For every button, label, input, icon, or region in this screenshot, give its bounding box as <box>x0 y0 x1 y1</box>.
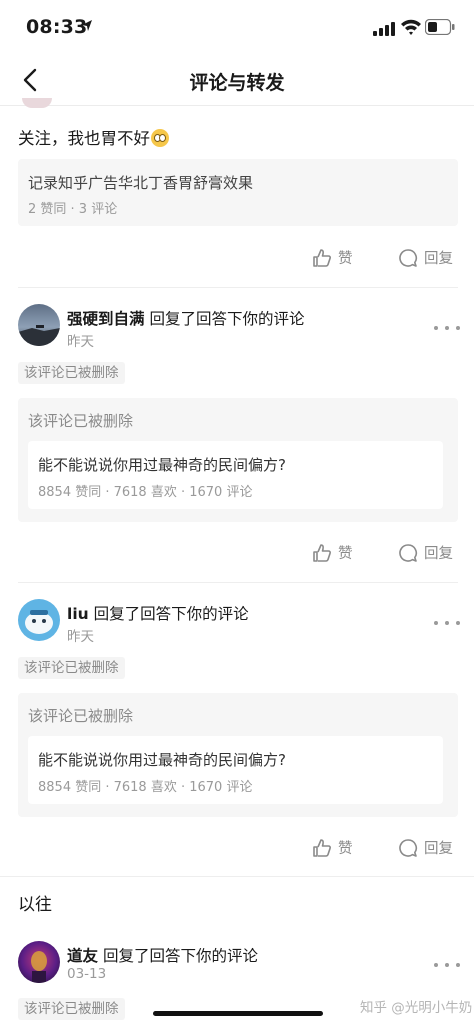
avatar-image <box>25 610 53 634</box>
notification-title[interactable]: 强硬到自满 回复了回答下你的评论 <box>67 307 304 329</box>
status-time: 08:33 <box>26 16 88 38</box>
question-title: 能不能说说你用过最神奇的民间偏方? <box>38 456 286 474</box>
thumbs-up-icon <box>313 838 331 857</box>
avatar-image <box>18 325 60 346</box>
notification-title[interactable]: liu 回复了回答下你的评论 <box>67 602 249 624</box>
like-button[interactable]: 赞 <box>312 247 353 268</box>
watermark: 知乎 @光明小牛奶 <box>360 1000 473 1016</box>
page-title: 评论与转发 <box>189 72 285 94</box>
more-options-button[interactable] <box>434 322 460 334</box>
question-title: 能不能说说你用过最神奇的民间偏方? <box>38 751 286 769</box>
question-meta: 8854 赞同 · 7618 喜欢 · 1670 评论 <box>38 485 253 500</box>
like-button[interactable]: 赞 <box>312 542 353 563</box>
reply-label: 回复 <box>424 251 453 267</box>
user-name[interactable]: 强硬到自满 <box>67 310 145 328</box>
like-label: 赞 <box>338 546 353 562</box>
deleted-comment-tag: 该评论已被删除 <box>18 362 125 384</box>
avatar[interactable] <box>22 98 52 108</box>
avatar[interactable] <box>18 941 60 983</box>
comment-content: 关注，我也胃不好 <box>18 129 150 148</box>
timestamp: 昨天 <box>67 629 94 645</box>
battery-icon <box>425 19 455 35</box>
notification-action: 回复了回答下你的评论 <box>102 947 258 965</box>
avatar-image <box>31 951 47 983</box>
quote-deleted-text: 该评论已被删除 <box>28 412 134 430</box>
quoted-content-card[interactable]: 该评论已被删除 能不能说说你用过最神奇的民间偏方? 8854 赞同 · 7618… <box>18 398 458 522</box>
reply-bubble-icon <box>399 838 418 857</box>
user-name[interactable]: 道友 <box>67 947 98 965</box>
page: 08:33 评论与转发 关注，我也胃不好 记录知乎广告华北丁香胃舒膏效果 2 赞… <box>0 0 474 1025</box>
more-dots-icon <box>434 963 438 967</box>
deleted-comment-tag: 该评论已被删除 <box>18 657 125 679</box>
reply-button[interactable]: 回复 <box>398 837 453 858</box>
question-meta: 8854 赞同 · 7618 喜欢 · 1670 评论 <box>38 780 253 795</box>
notification-action: 回复了回答下你的评论 <box>149 310 305 328</box>
more-dots-icon <box>434 326 438 330</box>
comment-text[interactable]: 关注，我也胃不好 <box>18 125 169 149</box>
reply-button[interactable]: 回复 <box>398 542 453 563</box>
user-name[interactable]: liu <box>67 605 89 623</box>
divider <box>18 287 458 288</box>
avatar[interactable] <box>18 304 60 346</box>
home-indicator[interactable] <box>153 1011 323 1016</box>
status-bar: 08:33 <box>0 0 474 56</box>
timestamp: 昨天 <box>67 334 94 350</box>
reply-label: 回复 <box>424 841 453 857</box>
quoted-content-card[interactable]: 该评论已被删除 能不能说说你用过最神奇的民间偏方? 8854 赞同 · 7618… <box>18 693 458 817</box>
like-label: 赞 <box>338 251 353 267</box>
quoted-content-card[interactable]: 记录知乎广告华北丁香胃舒膏效果 2 赞同 · 3 评论 <box>18 159 458 226</box>
more-options-button[interactable] <box>434 959 460 971</box>
section-title: 以往 <box>18 895 52 915</box>
more-dots-icon <box>434 621 438 625</box>
quote-deleted-text: 该评论已被删除 <box>28 707 134 725</box>
avatar[interactable] <box>18 599 60 641</box>
section-divider <box>0 876 474 877</box>
divider <box>18 582 458 583</box>
question-card[interactable]: 能不能说说你用过最神奇的民间偏方? 8854 赞同 · 7618 喜欢 · 16… <box>28 736 443 804</box>
notification-action: 回复了回答下你的评论 <box>93 605 249 623</box>
notification-title[interactable]: 道友 回复了回答下你的评论 <box>67 944 258 966</box>
thumbs-up-icon <box>313 248 331 267</box>
pleading-face-emoji-icon <box>151 129 169 147</box>
quote-title: 记录知乎广告华北丁香胃舒膏效果 <box>28 174 254 192</box>
like-label: 赞 <box>338 841 353 857</box>
timestamp: 03-13 <box>67 966 107 982</box>
reply-label: 回复 <box>424 546 453 562</box>
reply-button[interactable]: 回复 <box>398 247 453 268</box>
thumbs-up-icon <box>313 543 331 562</box>
like-button[interactable]: 赞 <box>312 837 353 858</box>
nav-bar: 评论与转发 <box>0 56 474 106</box>
location-arrow-icon <box>82 20 92 31</box>
more-options-button[interactable] <box>434 617 460 629</box>
question-card[interactable]: 能不能说说你用过最神奇的民间偏方? 8854 赞同 · 7618 喜欢 · 16… <box>28 441 443 509</box>
quote-meta: 2 赞同 · 3 评论 <box>28 202 118 217</box>
wifi-icon <box>401 19 421 35</box>
signal-icon <box>373 22 395 36</box>
deleted-comment-tag: 该评论已被删除 <box>18 998 125 1020</box>
reply-bubble-icon <box>399 543 418 562</box>
reply-bubble-icon <box>399 248 418 267</box>
